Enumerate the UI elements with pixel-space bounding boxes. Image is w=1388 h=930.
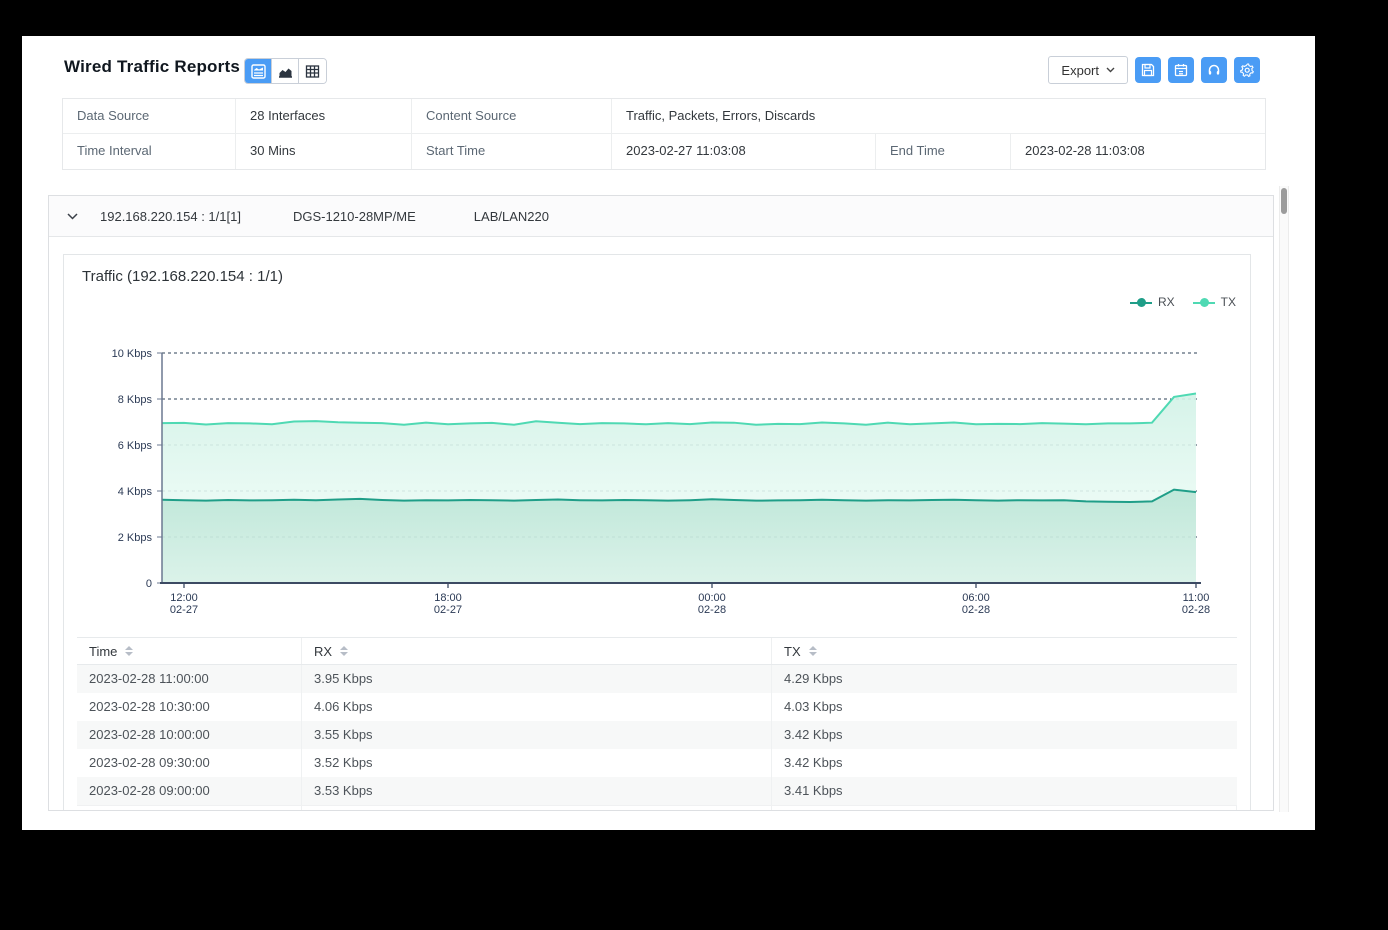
- column-header-tx[interactable]: TX: [772, 638, 1237, 664]
- svg-text:10 Kbps: 10 Kbps: [112, 348, 153, 360]
- start-time-label: Start Time: [412, 134, 612, 169]
- interface-panel: 192.168.220.154 : 1/1[1] DGS-1210-28MP/M…: [48, 195, 1274, 811]
- column-header-rx[interactable]: RX: [302, 638, 772, 664]
- data-source-value: 28 Interfaces: [236, 99, 412, 134]
- table-view-button[interactable]: [299, 59, 326, 83]
- svg-text:02-28: 02-28: [962, 604, 990, 616]
- interface-accordion-header[interactable]: 192.168.220.154 : 1/1[1] DGS-1210-28MP/M…: [49, 196, 1273, 237]
- headset-icon: [1207, 63, 1221, 77]
- cell-rx: 3.53 Kbps: [302, 777, 772, 805]
- svg-text:8 Kbps: 8 Kbps: [118, 394, 153, 406]
- sort-icon[interactable]: [340, 646, 348, 656]
- header-actions: Export: [1048, 56, 1260, 84]
- cell-tx: 4.03 Kbps: [772, 693, 1237, 721]
- settings-button[interactable]: [1234, 57, 1260, 83]
- report-page: Wired Traffic Reports Export Data: [22, 36, 1315, 830]
- column-header-time[interactable]: Time: [77, 638, 302, 664]
- cell-time: 2023-02-28 10:00:00: [77, 721, 302, 749]
- chevron-down-icon: [1106, 67, 1115, 73]
- cell-rx: 3.95 Kbps: [302, 665, 772, 693]
- svg-text:4 Kbps: 4 Kbps: [118, 486, 153, 498]
- svg-text:12:00: 12:00: [170, 592, 198, 604]
- save-icon: [1141, 63, 1155, 77]
- table-body: 2023-02-28 11:00:003.95 Kbps4.29 Kbps202…: [77, 665, 1237, 805]
- vertical-scrollbar[interactable]: [1279, 186, 1289, 812]
- cell-rx: 4.06 Kbps: [302, 693, 772, 721]
- page-title: Wired Traffic Reports: [64, 57, 240, 77]
- column-label: Time: [89, 644, 117, 659]
- cell-rx: 3.55 Kbps: [302, 721, 772, 749]
- time-interval-value: 30 Mins: [236, 134, 412, 169]
- device-site: LAB/LAN220: [474, 209, 549, 224]
- table-row-partial: [77, 805, 1237, 811]
- table-row: 2023-02-28 10:00:003.55 Kbps3.42 Kbps: [77, 721, 1237, 749]
- combined-view-icon: [251, 64, 266, 79]
- svg-text:2 Kbps: 2 Kbps: [118, 532, 153, 544]
- end-time-label: End Time: [876, 134, 1011, 169]
- device-model: DGS-1210-28MP/ME: [293, 209, 416, 224]
- svg-text:00:00: 00:00: [698, 592, 726, 604]
- table-row: 2023-02-28 09:30:003.52 Kbps3.42 Kbps: [77, 749, 1237, 777]
- svg-text:02-27: 02-27: [434, 604, 462, 616]
- svg-text:6 Kbps: 6 Kbps: [118, 440, 153, 452]
- calendar-icon: [1174, 63, 1188, 77]
- view-toggle-group: [244, 58, 327, 84]
- traffic-chart-card: Traffic (192.168.220.154 : 1/1) RXTX 02 …: [63, 254, 1251, 811]
- export-button[interactable]: Export: [1048, 56, 1128, 84]
- chart-view-icon: [278, 64, 293, 79]
- cell-time: 2023-02-28 09:30:00: [77, 749, 302, 777]
- svg-text:02-28: 02-28: [698, 604, 726, 616]
- cell-tx: 3.42 Kbps: [772, 749, 1237, 777]
- cell-time: 2023-02-28 09:00:00: [77, 777, 302, 805]
- save-report-button[interactable]: [1135, 57, 1161, 83]
- table-header-row: Time RX TX: [77, 637, 1237, 665]
- cell-rx: 3.52 Kbps: [302, 749, 772, 777]
- sort-icon[interactable]: [125, 646, 133, 656]
- table-row: 2023-02-28 11:00:003.95 Kbps4.29 Kbps: [77, 665, 1237, 693]
- time-interval-label: Time Interval: [63, 134, 236, 169]
- chart-view-button[interactable]: [272, 59, 299, 83]
- schedule-report-button[interactable]: [1168, 57, 1194, 83]
- data-source-label: Data Source: [63, 99, 236, 134]
- scrollbar-thumb[interactable]: [1281, 188, 1287, 214]
- report-summary-table: Data Source 28 Interfaces Content Source…: [62, 98, 1266, 170]
- table-row: 2023-02-28 09:00:003.53 Kbps3.41 Kbps: [77, 777, 1237, 805]
- combined-view-button[interactable]: [245, 59, 272, 83]
- cell-time: 2023-02-28 11:00:00: [77, 665, 302, 693]
- traffic-data-table: Time RX TX 2023-02-28 11:00:003.95 Kbps4.2…: [77, 637, 1237, 811]
- cell-time: 2023-02-28 10:30:00: [77, 693, 302, 721]
- traffic-area-chart: 02 Kbps4 Kbps6 Kbps8 Kbps10 Kbps12:0002-…: [64, 255, 1252, 630]
- table-view-icon: [305, 64, 320, 79]
- chevron-down-icon[interactable]: [67, 213, 78, 220]
- cell-tx: 3.41 Kbps: [772, 777, 1237, 805]
- content-source-value: Traffic, Packets, Errors, Discards: [612, 99, 1265, 134]
- cell-tx: 4.29 Kbps: [772, 665, 1237, 693]
- interface-ip-port: 192.168.220.154 : 1/1[1]: [100, 209, 241, 224]
- start-time-value: 2023-02-27 11:03:08: [612, 134, 876, 169]
- content-source-label: Content Source: [412, 99, 612, 134]
- svg-text:11:00: 11:00: [1183, 592, 1210, 604]
- end-time-value: 2023-02-28 11:03:08: [1011, 134, 1265, 169]
- svg-text:02-28: 02-28: [1182, 604, 1210, 616]
- gear-icon: [1240, 63, 1255, 78]
- column-label: TX: [784, 644, 801, 659]
- cell-tx: 3.42 Kbps: [772, 721, 1237, 749]
- svg-text:02-27: 02-27: [170, 604, 198, 616]
- svg-text:0: 0: [146, 578, 152, 590]
- svg-text:18:00: 18:00: [434, 592, 462, 604]
- column-label: RX: [314, 644, 332, 659]
- svg-text:06:00: 06:00: [962, 592, 990, 604]
- sort-icon[interactable]: [809, 646, 817, 656]
- export-label: Export: [1061, 63, 1099, 78]
- table-row: 2023-02-28 10:30:004.06 Kbps4.03 Kbps: [77, 693, 1237, 721]
- support-button[interactable]: [1201, 57, 1227, 83]
